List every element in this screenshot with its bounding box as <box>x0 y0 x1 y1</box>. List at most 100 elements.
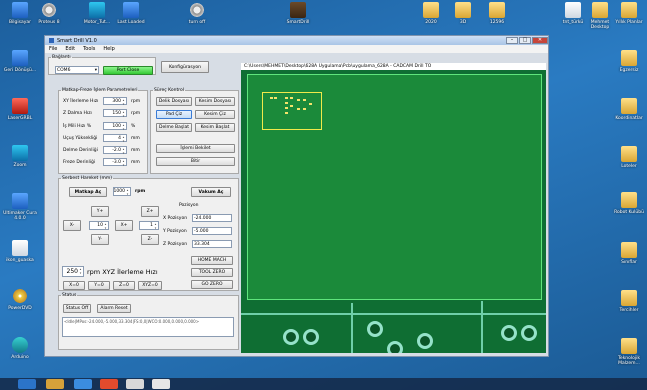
status-log[interactable]: <Idle|MPos:-24.000,-5.000,33.304|FS:0,0|… <box>62 317 234 337</box>
maximize-button[interactable]: □ <box>519 37 531 44</box>
jog-z-plus-button[interactable]: Z+ <box>141 206 159 217</box>
home-mach-button[interactable]: HOME MACH <box>191 256 233 265</box>
jog-y-minus-button[interactable]: Y- <box>91 234 109 245</box>
go-zero-button[interactable]: GO ZERO <box>191 280 233 289</box>
folder-icon <box>621 98 637 114</box>
y-position-field: -5.000 <box>192 227 232 235</box>
koordinatlar-desktop-icon[interactable]: Koordinatlar <box>612 98 646 121</box>
menu-help[interactable]: Help <box>103 46 114 52</box>
spindle-percent-input[interactable]: 100 <box>103 122 127 131</box>
z-plunge-input[interactable]: 150 <box>103 109 127 118</box>
jog-y-plus-button[interactable]: Y+ <box>91 206 109 217</box>
pad <box>303 108 306 110</box>
taskbar-app-icon[interactable] <box>152 379 170 389</box>
jog-z-minus-button[interactable]: Z- <box>141 234 159 245</box>
finish-button[interactable]: Bitir <box>156 157 235 166</box>
alarm-reset-button[interactable]: Alarm Reset <box>97 304 131 313</box>
file-icon <box>565 2 581 18</box>
turn-off-desktop-icon[interactable]: turn off <box>180 2 214 25</box>
start-drill-button[interactable]: Delme Başlat <box>156 123 192 132</box>
menu-edit[interactable]: Edit <box>65 46 75 52</box>
feed-rate-input[interactable]: 250 <box>62 266 84 277</box>
app-desktop-icon[interactable]: ikon_guaska <box>3 240 37 263</box>
status-legend: Status <box>62 293 77 298</box>
recycle-bin-desktop-icon[interactable]: Geri Dönüşü... <box>3 50 37 73</box>
folder-2020-desktop-icon[interactable]: 2020 <box>414 2 448 25</box>
status-off-button[interactable]: Status Off <box>63 304 91 313</box>
xy-feed-input[interactable]: 300 <box>103 97 127 106</box>
pcb-via <box>387 341 403 353</box>
proteus-desktop-icon[interactable]: Proteus 8 <box>32 2 66 25</box>
folder-3d-desktop-icon[interactable]: 3D <box>446 2 480 25</box>
pcb-board <box>247 74 542 300</box>
cut-file-button[interactable]: Kesim Dosyası <box>195 97 235 106</box>
smartdrill-desktop-icon[interactable]: SmartDrill <box>281 2 315 25</box>
pad <box>285 97 288 99</box>
drill-file-button[interactable]: Delik Dosyası <box>156 97 192 106</box>
connection-legend: Bağlantı <box>52 55 71 60</box>
taskbar-explorer-icon[interactable] <box>46 379 64 389</box>
smartdrill-icon <box>290 2 306 18</box>
port-close-button[interactable]: Port Close <box>103 66 153 75</box>
pcb-trace <box>241 313 546 315</box>
spindle-rpm-input[interactable]: 1000 <box>113 187 131 196</box>
siniflar-desktop-icon[interactable]: Sınıflar <box>612 242 646 265</box>
pcb-trace <box>351 303 353 353</box>
arduino-desktop-icon[interactable]: Arduino <box>3 337 37 360</box>
lasergrbl-desktop-icon[interactable]: LaserGRBL <box>3 98 37 121</box>
folder-12596-desktop-icon[interactable]: 12596 <box>480 2 514 25</box>
folder-icon <box>489 2 505 18</box>
process-legend: Süreç Kontrol <box>154 88 184 93</box>
pad <box>285 107 288 109</box>
draw-cut-button[interactable]: Kesim Çiz <box>195 110 235 119</box>
jog-step-z-input[interactable]: 1 <box>139 221 159 230</box>
folder-icon <box>621 146 637 162</box>
taskbar-smartdrill-icon[interactable] <box>126 379 144 389</box>
tercihler-desktop-icon[interactable]: Tercihler <box>612 290 646 313</box>
start-cut-button[interactable]: Kesim Başlat <box>195 123 235 132</box>
x-zero-button[interactable]: X=0 <box>63 281 85 290</box>
travel-height-input[interactable]: 4 <box>103 134 127 143</box>
pad <box>303 99 306 101</box>
cura-desktop-icon[interactable]: Ultimaker Cura 4.0.0 <box>3 193 37 221</box>
pcb-canvas[interactable]: C:\Users\MEHMET\Desktop\628A Uygulama\Pc… <box>241 63 546 353</box>
z-zero-button[interactable]: Z=0 <box>113 281 135 290</box>
drill-on-button[interactable]: Matkap Aç <box>69 187 107 197</box>
drill-depth-input[interactable]: -2.0 <box>103 146 127 155</box>
start-button[interactable] <box>18 379 36 389</box>
yillik-planlar-desktop-icon[interactable]: Yıllık Planlar <box>612 2 646 25</box>
menu-tools[interactable]: Tools <box>83 46 95 52</box>
lasergrbl-icon <box>12 98 28 114</box>
draw-pad-button[interactable]: Pad Çiz <box>156 110 192 119</box>
computer-icon <box>12 2 28 18</box>
mill-depth-input[interactable]: -3.0 <box>103 158 127 167</box>
params-legend: Matkap-Freze İşlem Parametreleri <box>62 88 138 93</box>
motor-tut-desktop-icon[interactable]: Motor_Tut... <box>80 2 114 25</box>
folder-icon <box>455 2 471 18</box>
close-button[interactable]: ✕ <box>532 37 548 44</box>
port-select[interactable]: COM6 ▾ <box>55 66 99 74</box>
jog-step-xy-input[interactable]: 10 <box>89 221 109 230</box>
egzersiz-desktop-icon[interactable]: Egzersiz <box>612 50 646 73</box>
folder-icon <box>621 290 637 306</box>
minimize-button[interactable]: – <box>506 37 518 44</box>
powerdvd-desktop-icon[interactable]: PowerDVD <box>3 288 37 311</box>
vacuum-on-button[interactable]: Vakum Aç <box>191 187 231 197</box>
last-loaded-desktop-icon[interactable]: Last Loaded <box>114 2 148 25</box>
zoom-desktop-icon[interactable]: Zoom <box>3 145 37 168</box>
robot-kulubu-desktop-icon[interactable]: Robot Kulübü <box>612 192 646 215</box>
taskbar-ie-icon[interactable] <box>74 379 92 389</box>
config-button[interactable]: Konfigürasyon <box>161 61 209 73</box>
taskbar-chrome-icon[interactable] <box>100 379 118 389</box>
window-title: Smart Drill V1.0 <box>57 37 97 44</box>
menu-file[interactable]: File <box>49 46 57 52</box>
pad <box>297 108 300 110</box>
jog-x-plus-button[interactable]: X+ <box>115 220 133 231</box>
pause-job-button[interactable]: İşlemi Bekilet <box>156 144 235 153</box>
jog-x-minus-button[interactable]: X- <box>63 220 81 231</box>
y-zero-button[interactable]: Y=0 <box>88 281 110 290</box>
teknolojik-malzeme-desktop-icon[interactable]: Teknolojik Malzem... <box>612 338 646 366</box>
loteler-desktop-icon[interactable]: Loteler <box>612 146 646 169</box>
xyz-zero-button[interactable]: XYZ=0 <box>138 281 162 290</box>
tool-zero-button[interactable]: TOOL ZERO <box>191 268 233 277</box>
